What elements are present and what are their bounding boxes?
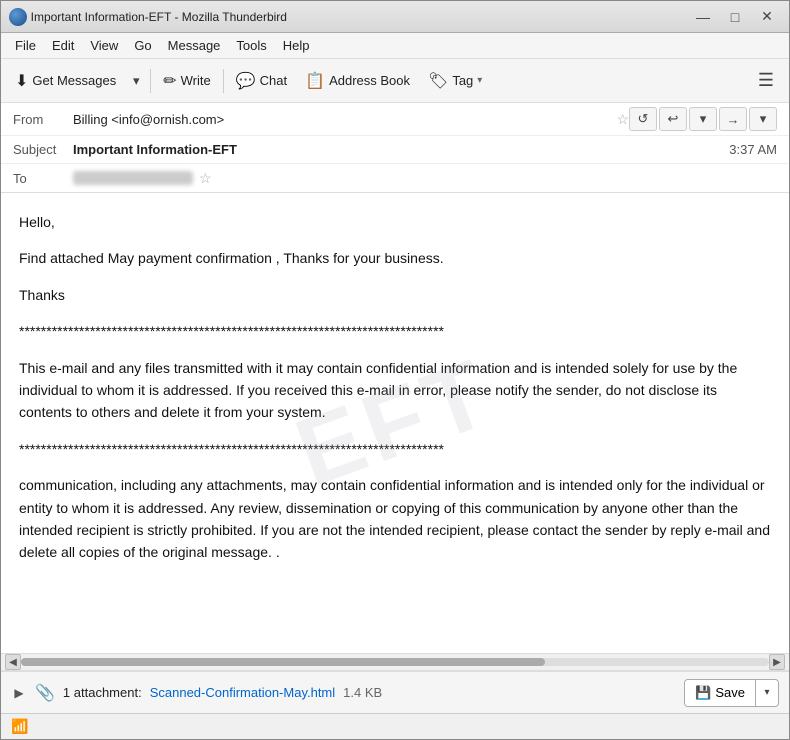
app-icon <box>9 8 27 26</box>
forward-button[interactable]: → <box>719 107 747 131</box>
window-controls: — □ ✕ <box>689 6 781 28</box>
horizontal-scrollbar[interactable]: ◀ ▶ <box>1 653 789 671</box>
attachment-bar: ▶ 📎 1 attachment: Scanned-Confirmation-M… <box>1 671 789 713</box>
hamburger-icon: ☰ <box>758 70 774 91</box>
stars-1: ****************************************… <box>19 320 771 342</box>
write-icon: ✏ <box>163 71 176 91</box>
tag-label: Tag <box>452 73 473 88</box>
menu-tools[interactable]: Tools <box>228 36 274 55</box>
subject-value: Important Information-EFT <box>73 142 729 157</box>
address-book-label: Address Book <box>329 73 410 88</box>
to-label: To <box>13 171 73 186</box>
toolbar-separator-2 <box>223 69 224 93</box>
save-dropdown-button[interactable]: ▾ <box>756 680 778 706</box>
minimize-button[interactable]: — <box>689 6 717 28</box>
to-star-icon[interactable]: ☆ <box>199 170 212 187</box>
tag-dropdown-icon: ▾ <box>477 75 482 86</box>
greeting: Hello, <box>19 211 771 233</box>
status-wifi-icon: 📶 <box>11 718 28 735</box>
hamburger-button[interactable]: ☰ <box>749 64 783 98</box>
dropdown-arrow-icon: ▾ <box>133 73 140 89</box>
chat-label: Chat <box>260 73 287 88</box>
from-value: Billing <info@ornish.com> <box>73 112 610 127</box>
save-main-button[interactable]: 💾 Save <box>685 680 756 706</box>
maximize-button[interactable]: □ <box>721 6 749 28</box>
attachment-count: 1 attachment: <box>63 685 142 700</box>
disclaimer-1: This e-mail and any files transmitted wi… <box>19 357 771 424</box>
tag-button[interactable]: 🏷 Tag ▾ <box>420 64 490 98</box>
menu-edit[interactable]: Edit <box>44 36 82 55</box>
main-window: Important Information-EFT - Mozilla Thun… <box>0 0 790 740</box>
status-bar: 📶 <box>1 713 789 739</box>
write-button[interactable]: ✏ Write <box>155 64 219 98</box>
chat-icon: 💬 <box>236 71 256 91</box>
get-messages-dropdown[interactable]: ▾ <box>126 69 146 93</box>
navigation-buttons: ↺ ↩ ▾ → ▾ <box>629 107 777 131</box>
disclaimer-2: communication, including any attachments… <box>19 474 771 564</box>
body-line1: Find attached May payment confirmation ,… <box>19 247 771 269</box>
menu-file[interactable]: File <box>7 36 44 55</box>
get-messages-button[interactable]: ⬇ Get Messages <box>7 64 124 98</box>
from-star-icon[interactable]: ☆ <box>616 111 629 128</box>
from-label: From <box>13 112 73 127</box>
email-header: From Billing <info@ornish.com> ☆ ↺ ↩ ▾ →… <box>1 103 789 193</box>
back-button[interactable]: ↺ <box>629 107 657 131</box>
menu-view[interactable]: View <box>82 36 126 55</box>
attachment-icon: 📎 <box>35 683 55 703</box>
stars-2: ****************************************… <box>19 438 771 460</box>
title-bar: Important Information-EFT - Mozilla Thun… <box>1 1 789 33</box>
attachment-size: 1.4 KB <box>343 685 382 700</box>
address-book-icon: 📋 <box>305 71 325 91</box>
nav-down-button[interactable]: ▾ <box>689 107 717 131</box>
get-messages-icon: ⬇ <box>15 71 28 91</box>
more-nav-icon: ▾ <box>760 111 767 127</box>
subject-label: Subject <box>13 142 73 157</box>
scroll-right-button[interactable]: ▶ <box>769 654 785 670</box>
write-label: Write <box>181 73 211 88</box>
close-button[interactable]: ✕ <box>753 6 781 28</box>
email-content: Hello, Find attached May payment confirm… <box>19 211 771 564</box>
menu-go[interactable]: Go <box>126 36 159 55</box>
address-book-button[interactable]: 📋 Address Book <box>297 64 418 98</box>
save-dropdown-icon: ▾ <box>764 687 769 698</box>
to-value-blurred <box>73 171 193 185</box>
reply-button[interactable]: ↩ <box>659 107 687 131</box>
toolbar: ⬇ Get Messages ▾ ✏ Write 💬 Chat 📋 Addres… <box>1 59 789 103</box>
menu-help[interactable]: Help <box>275 36 318 55</box>
menu-bar: File Edit View Go Message Tools Help <box>1 33 789 59</box>
tag-icon: 🏷 <box>428 71 448 91</box>
attachment-filename[interactable]: Scanned-Confirmation-May.html <box>150 685 335 700</box>
save-label: Save <box>715 685 745 700</box>
scroll-track[interactable] <box>21 658 769 666</box>
email-time: 3:37 AM <box>729 142 777 157</box>
more-nav-button[interactable]: ▾ <box>749 107 777 131</box>
body-thanks: Thanks <box>19 284 771 306</box>
back-icon: ↺ <box>638 111 649 127</box>
to-row: To ☆ <box>1 164 789 192</box>
save-icon: 💾 <box>695 685 711 701</box>
scroll-thumb[interactable] <box>21 658 545 666</box>
email-body: EFT Hello, Find attached May payment con… <box>1 193 789 653</box>
window-title: Important Information-EFT - Mozilla Thun… <box>31 10 689 24</box>
nav-down-icon: ▾ <box>700 111 707 127</box>
get-messages-label: Get Messages <box>32 73 116 88</box>
scroll-left-button[interactable]: ◀ <box>5 654 21 670</box>
reply-icon: ↩ <box>668 111 679 127</box>
forward-icon: → <box>727 112 740 127</box>
save-button-group: 💾 Save ▾ <box>684 679 779 707</box>
toolbar-separator-1 <box>150 69 151 93</box>
from-row: From Billing <info@ornish.com> ☆ ↺ ↩ ▾ →… <box>1 103 789 136</box>
subject-row: Subject Important Information-EFT 3:37 A… <box>1 136 789 164</box>
chat-button[interactable]: 💬 Chat <box>228 64 295 98</box>
menu-message[interactable]: Message <box>160 36 229 55</box>
attachment-toggle[interactable]: ▶ <box>11 685 27 701</box>
